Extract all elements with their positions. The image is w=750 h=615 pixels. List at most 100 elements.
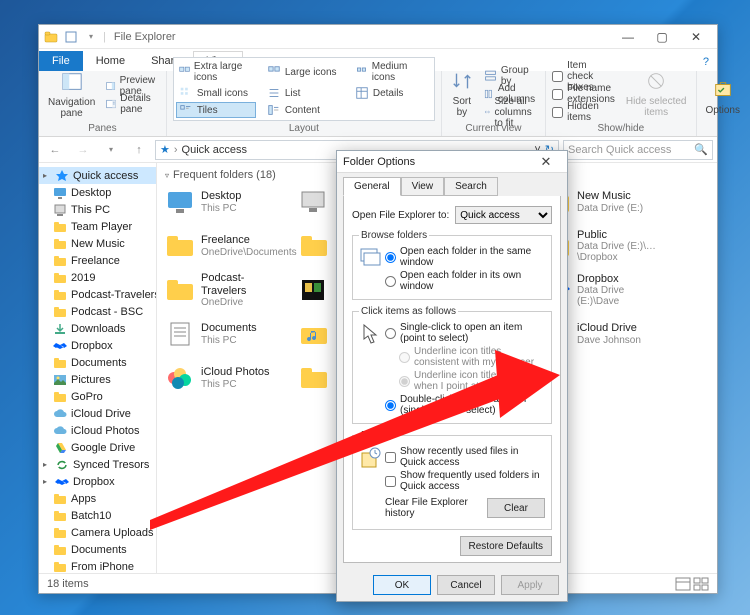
sidebar-item[interactable]: Dropbox [39, 337, 156, 354]
sidebar[interactable]: ▸Quick accessDesktopThis PCTeam Player Ne… [39, 163, 157, 573]
sidebar-item-label: Pictures [71, 374, 111, 386]
sidebar-item[interactable]: Pictures [39, 371, 156, 388]
sidebar-item-label: Batch10 [71, 510, 111, 522]
folder-item[interactable]: DocumentsThis PC [165, 317, 287, 351]
sidebar-item[interactable]: ▸Synced Tresors [39, 456, 156, 473]
folder-item[interactable] [299, 273, 335, 307]
ribbon-group-showhide: Item check boxes File name extensions Hi… [546, 71, 696, 136]
folder-icon [53, 271, 67, 285]
hidden-items[interactable]: Hidden items [552, 103, 615, 121]
cancel-button[interactable]: Cancel [437, 575, 495, 595]
details-pane-button[interactable]: Details pane [106, 95, 160, 113]
radio-own-window[interactable] [385, 276, 396, 287]
view-details-icon[interactable] [675, 577, 691, 591]
sidebar-item[interactable]: Documents [39, 354, 156, 371]
sidebar-item[interactable]: Camera Uploads [39, 524, 156, 541]
sidebar-item[interactable]: This PC [39, 201, 156, 218]
sidebar-item[interactable]: 2019 [39, 269, 156, 286]
options-button[interactable]: Options [703, 77, 743, 118]
open-to-label: Open File Explorer to: [352, 210, 449, 221]
sizecols-button[interactable]: Size all columns to fit [484, 103, 539, 121]
cards-icon [299, 276, 329, 304]
pc-icon [53, 203, 67, 217]
photos-icon [165, 364, 195, 392]
view-thumbs-icon[interactable] [693, 577, 709, 591]
sidebar-item[interactable]: GoPro [39, 388, 156, 405]
cloud-icon [53, 407, 67, 421]
folder-icon [53, 220, 67, 234]
sortby-button[interactable]: Sort by [448, 68, 476, 120]
sidebar-item[interactable]: Team Player [39, 218, 156, 235]
folder-item[interactable] [299, 317, 335, 351]
sidebar-item[interactable]: Podcast - BSC [39, 303, 156, 320]
sidebar-item[interactable]: iCloud Drive [39, 405, 156, 422]
folder-item[interactable]: Podcast-TravelersOneDrive [165, 273, 287, 307]
layout-gallery[interactable]: Extra large icons Large icons Medium ico… [173, 57, 435, 121]
privacy-fieldset: Privacy Show recently used files in Quic… [352, 430, 552, 530]
sidebar-item[interactable]: Podcast-Travelers [39, 286, 156, 303]
folder-item[interactable] [299, 361, 335, 395]
nav-up[interactable]: ↑ [127, 139, 151, 161]
sidebar-item-label: New Music [71, 238, 125, 250]
sidebar-item[interactable]: Google Drive [39, 439, 156, 456]
sidebar-item[interactable]: Downloads [39, 320, 156, 337]
restore-defaults-button[interactable]: Restore Defaults [460, 536, 552, 556]
dlg-tab-search[interactable]: Search [444, 177, 498, 196]
dlg-tab-view[interactable]: View [401, 177, 445, 196]
window-close[interactable]: ✕ [679, 25, 713, 49]
search-input[interactable]: Search Quick access 🔍 [563, 140, 713, 160]
sidebar-item[interactable]: Apps [39, 490, 156, 507]
qa-down-icon[interactable]: ▾ [83, 29, 99, 45]
clear-button[interactable]: Clear [487, 498, 545, 518]
ribbon-group-panes: Navigation pane Preview pane Details pan… [39, 71, 167, 136]
nav-pane-button[interactable]: Navigation pane [45, 69, 98, 121]
tab-file[interactable]: File [39, 51, 83, 71]
sidebar-item[interactable]: Freelance [39, 252, 156, 269]
sync-icon [55, 458, 69, 472]
dialog-close[interactable]: ✕ [531, 154, 561, 170]
sidebar-item[interactable]: ▸Quick access [39, 167, 156, 184]
qa-icon-2[interactable] [63, 29, 79, 45]
folder-item[interactable]: FreelanceOneDrive\Documents [165, 229, 287, 263]
sidebar-item[interactable]: New Music [39, 235, 156, 252]
dlg-tab-general[interactable]: General [343, 177, 401, 196]
chk-recent-folders[interactable] [385, 476, 396, 487]
radio-double-click[interactable] [385, 400, 396, 411]
folder-name: iCloud Drive [577, 322, 641, 335]
window-title: File Explorer [114, 31, 176, 43]
folder-icon [53, 526, 67, 540]
folder-item[interactable]: iCloud PhotosThis PC [165, 361, 287, 395]
folder-item[interactable]: DesktopThis PC [165, 185, 287, 219]
sidebar-item[interactable]: iCloud Photos [39, 422, 156, 439]
pictures-icon [53, 373, 67, 387]
sidebar-item[interactable]: Documents [39, 541, 156, 558]
pc-big-icon [299, 188, 329, 216]
sidebar-item-label: Camera Uploads [71, 527, 154, 539]
folder-icon [53, 237, 67, 251]
sidebar-item[interactable]: From iPhone [39, 558, 156, 573]
apply-button[interactable]: Apply [501, 575, 559, 595]
sidebar-item[interactable]: ▸Dropbox [39, 473, 156, 490]
help-button[interactable]: ? [695, 53, 717, 71]
tab-home[interactable]: Home [83, 51, 138, 71]
open-to-select[interactable]: Quick access [455, 206, 552, 224]
folder-item[interactable] [299, 185, 335, 219]
sidebar-item[interactable]: Batch10 [39, 507, 156, 524]
documents-icon [165, 320, 195, 348]
ribbon-group-options: Options [697, 71, 749, 136]
hide-selected-button[interactable]: Hide selected items [623, 68, 690, 120]
radio-single-click[interactable] [385, 328, 396, 339]
nav-fwd[interactable]: → [71, 139, 95, 161]
chk-recent-files[interactable] [385, 452, 396, 463]
window-minimize[interactable]: — [611, 25, 645, 49]
ok-button[interactable]: OK [373, 575, 431, 595]
dialog-title: Folder Options [343, 156, 415, 168]
folder-item[interactable] [299, 229, 335, 263]
radio-same-window[interactable] [385, 252, 396, 263]
window-maximize[interactable]: ▢ [645, 25, 679, 49]
sidebar-item[interactable]: Desktop [39, 184, 156, 201]
folder-icon [299, 364, 329, 392]
nav-recent[interactable]: ▾ [99, 139, 123, 161]
nav-back[interactable]: ← [43, 139, 67, 161]
search-icon: 🔍 [694, 143, 708, 156]
